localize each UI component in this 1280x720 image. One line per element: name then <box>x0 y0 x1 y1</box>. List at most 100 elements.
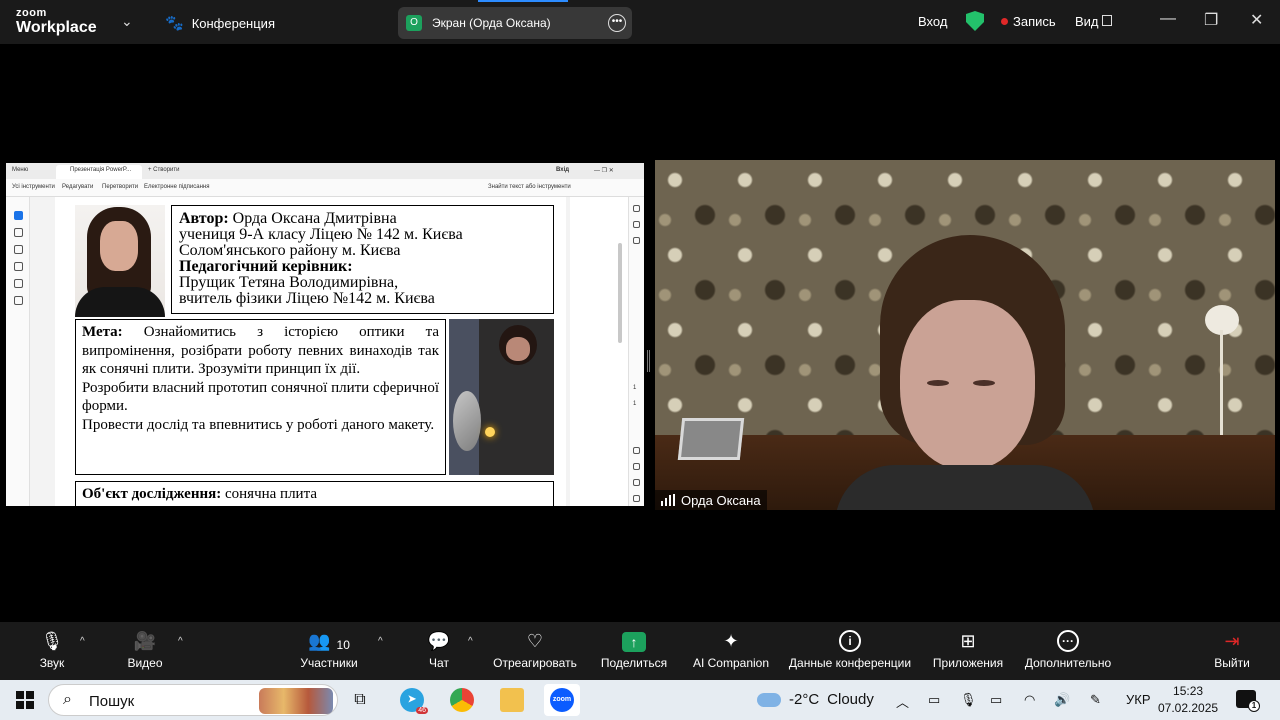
zoom-app-icon: zoom <box>550 688 574 712</box>
chrome-button[interactable] <box>444 684 480 716</box>
task-view-icon: ⧉ <box>354 691 366 708</box>
page-number: 1 <box>633 385 637 391</box>
leave-button[interactable]: ⇥ Выйти <box>1210 622 1254 680</box>
zoom-logo[interactable]: zoom Workplace <box>16 8 97 36</box>
keyboard-language[interactable]: УКР <box>1126 692 1151 707</box>
minimize-icon[interactable]: — <box>1160 10 1176 28</box>
more-options-icon[interactable]: ••• <box>608 14 626 32</box>
shared-signin: Вхід <box>556 167 570 173</box>
share-screen-button[interactable]: ↑ Поделиться <box>598 622 670 680</box>
participants-options-caret[interactable]: ^ <box>378 636 383 647</box>
tray-app-icon[interactable]: ▭ <box>928 692 940 708</box>
author-photo <box>75 205 165 317</box>
shared-find-text: Знайти текст або інструменти <box>488 184 571 190</box>
author-line3: Солом'янського району м. Києва <box>179 242 401 259</box>
draw-tool-icon <box>14 262 23 271</box>
zoom-in-icon <box>633 479 640 486</box>
weather-desc: Cloudy <box>827 691 874 708</box>
view-button[interactable]: Вид <box>1075 14 1099 29</box>
shared-new-tab: + Створити <box>148 167 180 173</box>
video-button[interactable]: 🎥 Видео <box>116 622 174 680</box>
participants-button[interactable]: 👥 10 Участники <box>294 622 364 680</box>
author-name: Орда Оксана Дмитрівна <box>232 210 397 227</box>
weather-widget[interactable]: -2°C Cloudy <box>757 691 874 708</box>
video-options-caret[interactable]: ^ <box>178 636 183 647</box>
author-line2: учениця 9-А класу Ліцею № 142 м. Києва <box>179 226 463 243</box>
heart-icon: ♡ <box>526 631 544 651</box>
security-shield-icon[interactable] <box>966 11 984 31</box>
audio-button[interactable]: 🎙 Звук <box>28 622 76 680</box>
shared-left-toolbar <box>6 197 30 506</box>
volume-icon[interactable]: 🔊 <box>1054 692 1070 708</box>
experiment-photo <box>449 319 554 475</box>
chat-options-caret[interactable]: ^ <box>468 636 473 647</box>
author-box: Автор: Орда Оксана Дмитрівна учениця 9-А… <box>171 205 554 314</box>
copy-icon <box>633 237 640 244</box>
page-total: 1 <box>633 401 637 407</box>
record-button[interactable]: Запись <box>1001 14 1056 29</box>
system-clock[interactable]: 15:23 07.02.2025 <box>1158 683 1218 717</box>
panel-resize-handle[interactable] <box>647 350 650 372</box>
author-label: Автор: <box>179 210 229 227</box>
conference-menu[interactable]: 🐾 Конференция <box>165 14 275 32</box>
apps-button[interactable]: ⊞ Приложения <box>928 622 1008 680</box>
goal-box: Мета: Ознайомитись з історією оптики та … <box>75 319 446 475</box>
search-icon: ⌕ <box>63 691 72 708</box>
microphone-icon: 🎙 <box>40 631 64 651</box>
tray-microphone-icon[interactable]: 🎙 <box>960 692 977 708</box>
search-placeholder: Пошук <box>89 693 135 710</box>
participant-video[interactable] <box>655 160 1275 510</box>
comment-icon <box>633 205 640 212</box>
chat-button[interactable]: 💬 Чат <box>418 622 460 680</box>
wifi-icon[interactable]: ◠ <box>1024 692 1035 708</box>
chevron-down-icon[interactable]: ⌄ <box>121 13 133 30</box>
participants-count: 10 <box>336 638 350 652</box>
audio-options-caret[interactable]: ^ <box>80 636 85 647</box>
ai-companion-button[interactable]: ✦ AI Companion <box>690 622 772 680</box>
screen-share-indicator[interactable]: О Экран (Орда Оксана) ••• <box>398 7 632 39</box>
goal-text1: Ознайомитись з історією оптики та випром… <box>82 324 439 377</box>
clock-date: 07.02.2025 <box>1158 701 1219 715</box>
react-button[interactable]: ♡ Отреагировать <box>490 622 580 680</box>
conference-label: Конференция <box>191 15 275 31</box>
paw-icon: 🐾 <box>165 15 184 32</box>
cloud-icon <box>757 692 781 707</box>
tray-overflow-chevron-icon[interactable]: ︿ <box>896 692 909 711</box>
restore-icon[interactable]: ❐ <box>1204 10 1218 30</box>
shared-toolbar: Усі інструменти Редагувати Перетворити Е… <box>6 179 644 197</box>
supervisor-label: Педагогічний керівник: <box>179 258 353 275</box>
stamp-tool-icon <box>14 296 23 305</box>
pen-icon[interactable]: ✎ <box>1090 692 1101 708</box>
object-box: Об'єкт дослідження: сонячна плита <box>75 481 554 506</box>
task-view-button[interactable]: ⧉ <box>342 684 378 716</box>
record-label: Запись <box>1013 14 1056 29</box>
folder-icon <box>500 688 524 712</box>
meeting-info-button[interactable]: i Данные конференции <box>784 622 916 680</box>
share-indicator-label: Экран (Орда Оксана) <box>432 16 551 30</box>
zoom-tool-icon <box>14 228 23 237</box>
battery-icon[interactable]: ▭ <box>990 692 1002 708</box>
sign-in-button[interactable]: Вход <box>918 14 947 29</box>
view-layout-icon[interactable] <box>1102 15 1112 26</box>
file-explorer-button[interactable] <box>494 684 530 716</box>
participant-name: Орда Оксана <box>681 492 761 508</box>
supervisor-name: Прущик Тетяна Володимирівна, <box>179 274 399 291</box>
search-highlight-image <box>259 688 333 714</box>
fit-page-icon <box>633 463 640 470</box>
notifications-icon[interactable]: 1 <box>1236 690 1260 712</box>
participants-icon: 👥 <box>308 631 331 651</box>
taskbar-search[interactable]: ⌕ Пошук <box>48 684 338 716</box>
info-icon: i <box>839 630 861 652</box>
participant-name-tag: Орда Оксана <box>655 490 767 510</box>
sharer-avatar: О <box>406 15 422 31</box>
signal-strength-icon <box>661 494 675 506</box>
shared-tool-sign: Електронне підписання <box>144 184 210 190</box>
shared-tool-edit: Редагувати <box>62 184 94 190</box>
camera-icon: 🎥 <box>133 631 157 651</box>
sparkle-icon: ✦ <box>723 631 739 651</box>
zoom-taskbar-button[interactable]: zoom <box>544 684 580 716</box>
telegram-button[interactable]: ➤ 46 <box>394 684 430 716</box>
more-button[interactable]: ··· Дополнительно <box>1020 622 1116 680</box>
windows-start-icon[interactable] <box>16 691 34 709</box>
close-icon[interactable]: ✕ <box>1250 10 1263 30</box>
